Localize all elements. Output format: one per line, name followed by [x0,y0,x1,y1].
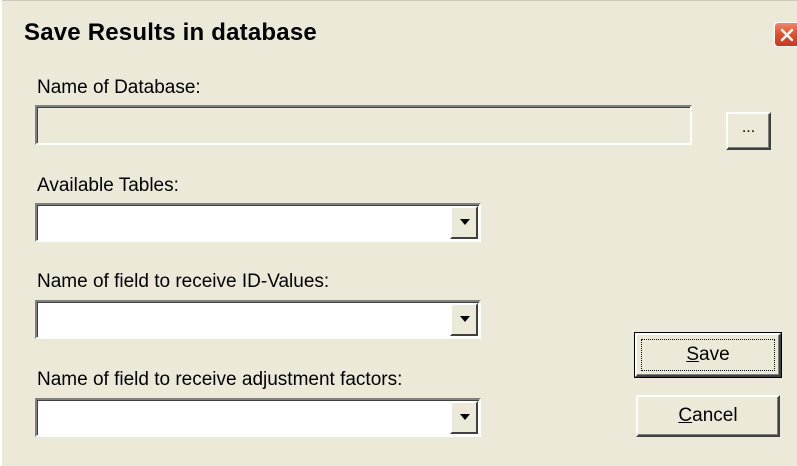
save-button[interactable]: Save [634,332,782,378]
save-results-dialog: Save Results in database Name of Databas… [0,0,797,466]
browse-button-label: ... [741,119,756,136]
chevron-down-icon [460,316,470,322]
available-tables-dropdown[interactable] [35,203,481,242]
chevron-down-icon [460,414,470,420]
database-path-field[interactable] [35,105,692,145]
chevron-down-icon [460,219,470,225]
title-bar[interactable]: Save Results in database [2,0,797,60]
id-field-dropdown[interactable] [35,300,481,339]
database-label: Name of Database: [37,77,201,98]
dialog-title: Save Results in database [24,19,317,46]
close-x-icon [780,28,794,42]
id-field-label: Name of field to receive ID-Values: [37,271,330,292]
save-button-label: Save [686,344,730,365]
adjustment-field-dropdown[interactable] [35,398,481,437]
available-tables-dropdown-button[interactable] [450,206,478,239]
adjustment-field-dropdown-button[interactable] [450,401,478,434]
close-button[interactable] [774,22,797,47]
id-field-dropdown-button[interactable] [450,303,478,336]
cancel-button-label: Cancel [678,405,738,426]
adjustment-field-label: Name of field to receive adjustment fact… [37,369,403,390]
browse-button[interactable]: ... [726,112,771,150]
available-tables-label: Available Tables: [37,175,179,196]
cancel-button[interactable]: Cancel [636,395,780,437]
